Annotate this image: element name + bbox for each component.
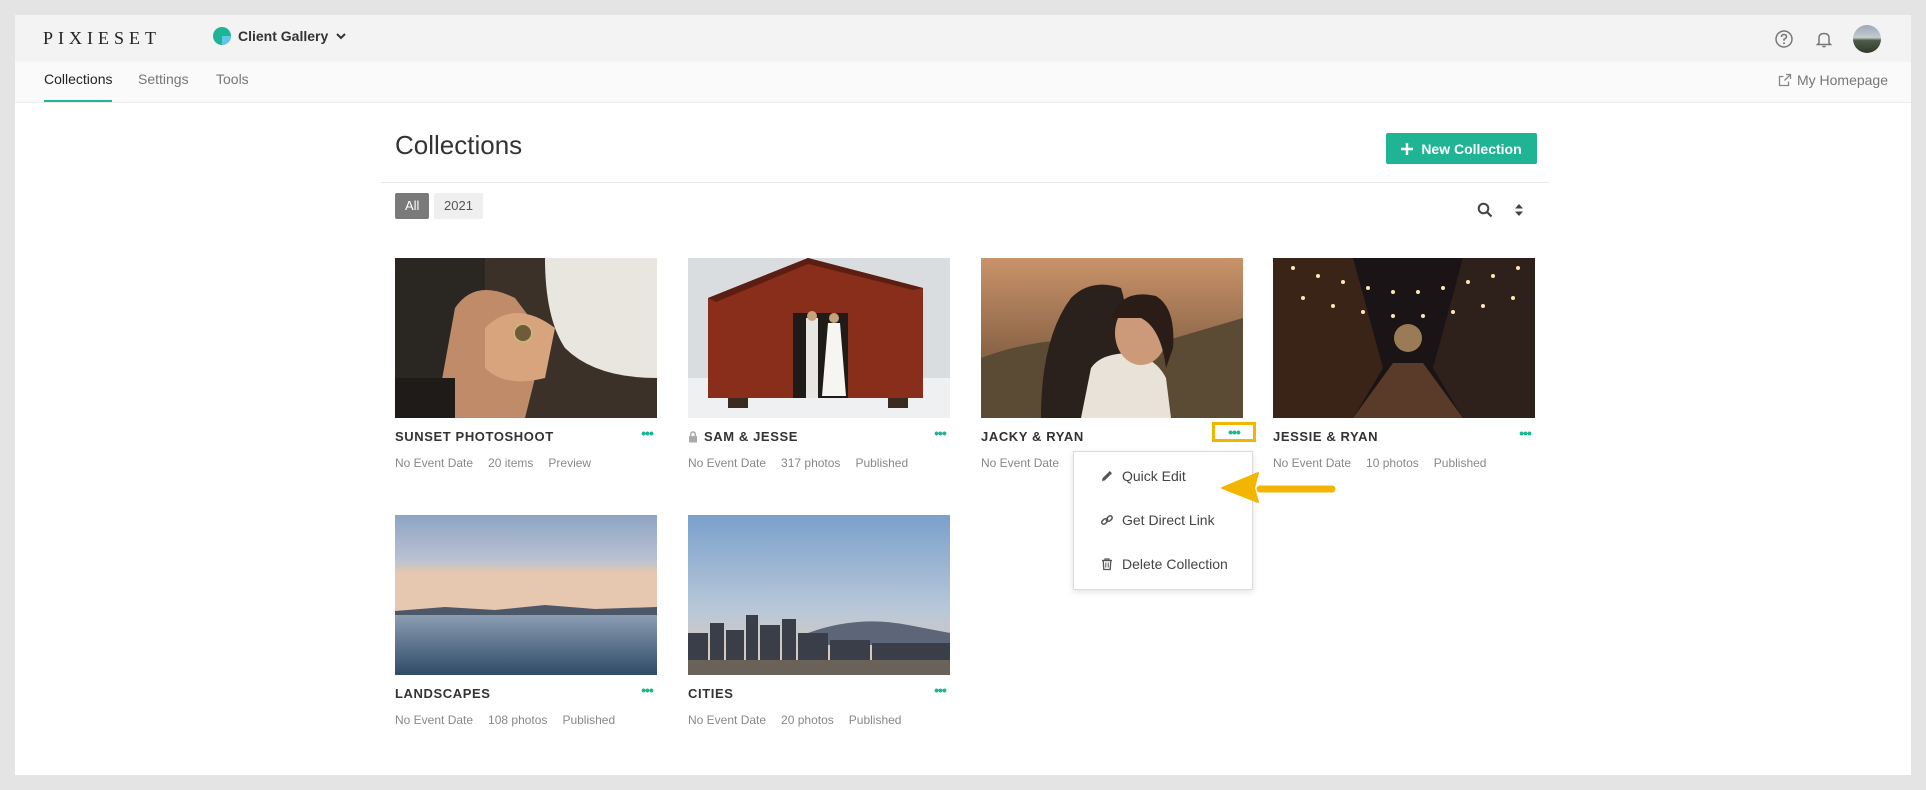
collection-thumbnail-sunset-photoshoot[interactable] — [395, 258, 657, 418]
collection-title-text: CITIES — [688, 686, 734, 701]
page-title: Collections — [395, 130, 523, 160]
app-switcher-label: Client Gallery — [238, 28, 329, 44]
bell-icon[interactable] — [1813, 28, 1835, 50]
collection-card[interactable]: SUNSET PHOTOSHOOT ••• No Event Date 20 i… — [395, 258, 657, 470]
collection-title[interactable]: SAM & JESSE — [688, 429, 798, 444]
event-date: No Event Date — [688, 456, 767, 470]
collection-thumbnail-landscapes[interactable] — [395, 515, 657, 675]
item-count: 108 photos — [488, 713, 548, 727]
collection-title[interactable]: LANDSCAPES — [395, 686, 491, 701]
event-date: No Event Date — [981, 456, 1060, 470]
more-options-button-highlighted[interactable]: ••• — [1212, 422, 1256, 442]
collection-title[interactable]: SUNSET PHOTOSHOOT — [395, 429, 554, 444]
event-date: No Event Date — [395, 456, 474, 470]
event-date: No Event Date — [688, 713, 767, 727]
top-bar: PIXIESET Client Gallery — [15, 15, 1911, 62]
my-homepage-link[interactable]: My Homepage — [1778, 72, 1888, 88]
divider — [381, 182, 1549, 183]
collection-title[interactable]: JACKY & RYAN — [981, 429, 1084, 444]
more-options-button[interactable]: ••• — [1515, 426, 1535, 440]
menu-item-delete-collection[interactable]: Delete Collection — [1100, 554, 1228, 574]
collection-thumbnail-sam-jesse[interactable] — [688, 258, 950, 418]
top-icons — [1773, 25, 1881, 53]
more-options-button[interactable]: ••• — [637, 683, 657, 697]
tab-collections[interactable]: Collections — [44, 62, 113, 102]
more-options-button[interactable]: ••• — [637, 426, 657, 440]
filter-all[interactable]: All — [395, 193, 430, 219]
item-count: 317 photos — [781, 456, 841, 470]
annotation-arrow-icon — [1221, 472, 1336, 503]
collection-meta: No Event Date 20 items Preview — [395, 456, 591, 470]
plus-icon — [1401, 142, 1414, 155]
sort-icon[interactable] — [1509, 200, 1529, 220]
pencil-icon — [1102, 471, 1112, 481]
item-count: 20 items — [488, 456, 534, 470]
tab-settings[interactable]: Settings — [138, 62, 189, 102]
collection-meta: No Event Date 10 photos Published — [1273, 456, 1486, 470]
search-icon[interactable] — [1475, 200, 1495, 220]
filter-2021[interactable]: 2021 — [434, 193, 483, 219]
client-gallery-icon — [213, 27, 231, 45]
status-text: Published — [1433, 456, 1487, 470]
collection-card[interactable]: JESSIE & RYAN ••• No Event Date 10 photo… — [1273, 258, 1535, 470]
help-icon[interactable] — [1773, 28, 1795, 50]
menu-item-quick-edit[interactable]: Quick Edit — [1100, 466, 1186, 486]
lock-icon — [689, 430, 697, 442]
more-options-button[interactable]: ••• — [930, 426, 950, 440]
collection-title-text: JACKY & RYAN — [981, 429, 1084, 444]
collection-title-text: SUNSET PHOTOSHOOT — [395, 429, 554, 444]
link-icon — [1101, 515, 1113, 525]
pixieset-logo[interactable]: PIXIESET — [43, 28, 161, 49]
tab-tools[interactable]: Tools — [216, 62, 249, 102]
item-count: 10 photos — [1366, 456, 1419, 470]
more-options-button[interactable]: ••• — [930, 683, 950, 697]
status-text: Preview — [548, 456, 592, 470]
event-date: No Event Date — [395, 713, 474, 727]
app-window: PIXIESET Client Gallery Collections Sett… — [15, 15, 1911, 775]
trash-icon — [1102, 558, 1112, 571]
menu-item-get-direct-link[interactable]: Get Direct Link — [1100, 510, 1215, 530]
collection-meta: No Event Date — [981, 456, 1059, 470]
menu-item-label: Quick Edit — [1122, 468, 1186, 484]
collection-card[interactable]: CITIES ••• No Event Date 20 photos Publi… — [688, 515, 950, 727]
collection-card[interactable]: SAM & JESSE ••• No Event Date 317 photos… — [688, 258, 950, 470]
collection-title[interactable]: JESSIE & RYAN — [1273, 429, 1378, 444]
my-homepage-label: My Homepage — [1796, 72, 1888, 88]
collection-card[interactable]: LANDSCAPES ••• No Event Date 108 photos … — [395, 515, 657, 727]
collection-card[interactable]: JACKY & RYAN No Event Date — [981, 258, 1243, 470]
app-switcher[interactable]: Client Gallery — [213, 27, 347, 45]
collection-thumbnail-jacky-ryan[interactable] — [981, 258, 1243, 418]
event-date: No Event Date — [1273, 456, 1352, 470]
collection-title[interactable]: CITIES — [688, 686, 734, 701]
collection-title-text: JESSIE & RYAN — [1273, 429, 1379, 444]
collection-thumbnail-jessie-ryan[interactable] — [1273, 258, 1535, 418]
status-text: Published — [848, 713, 902, 727]
status-text: Published — [855, 456, 909, 470]
external-link-icon — [1778, 73, 1792, 87]
status-text: Published — [562, 713, 616, 727]
avatar[interactable] — [1853, 25, 1881, 53]
collection-title-text: LANDSCAPES — [395, 686, 491, 701]
new-collection-label: New Collection — [1421, 140, 1522, 157]
collection-meta: No Event Date 108 photos Published — [395, 713, 615, 727]
item-count: 20 photos — [781, 713, 834, 727]
menu-item-label: Delete Collection — [1122, 556, 1228, 572]
more-dots: ••• — [1228, 424, 1241, 440]
sub-nav: Collections Settings Tools My Homepage — [15, 62, 1911, 103]
collection-title-text: SAM & JESSE — [704, 429, 799, 444]
chevron-down-icon — [336, 33, 346, 40]
new-collection-button[interactable]: New Collection — [1386, 133, 1537, 164]
menu-item-label: Get Direct Link — [1122, 512, 1215, 528]
collection-meta: No Event Date 317 photos Published — [688, 456, 908, 470]
collection-meta: No Event Date 20 photos Published — [688, 713, 901, 727]
collection-thumbnail-cities[interactable] — [688, 515, 950, 675]
